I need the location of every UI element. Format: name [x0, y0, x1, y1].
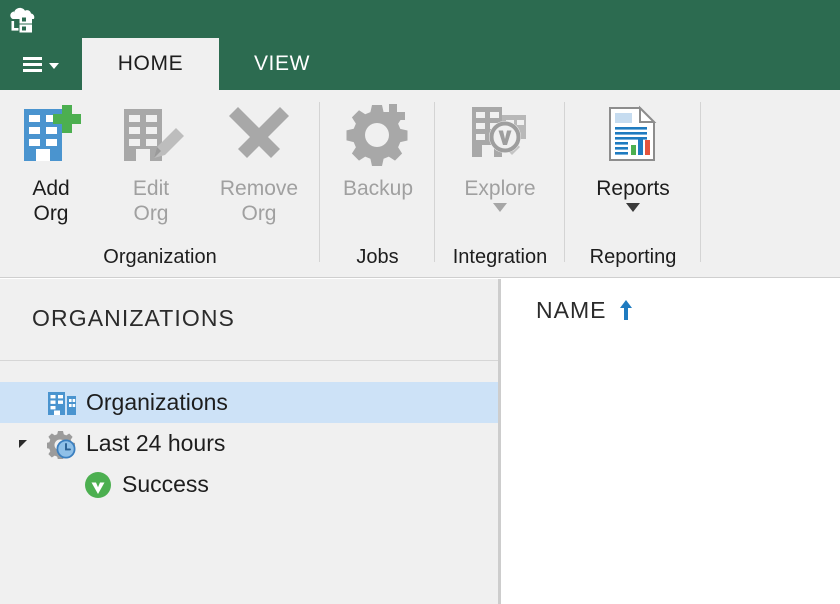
- backup-gear-icon: [342, 98, 414, 170]
- ribbon-group-integration-title: Integration: [452, 246, 548, 268]
- ribbon-group-jobs-title: Jobs: [356, 246, 399, 268]
- explore-veeam-icon: [464, 98, 536, 170]
- sidebar-divider: [0, 360, 498, 361]
- remove-org-label: Remove Org: [219, 177, 299, 225]
- reports-document-icon: [597, 98, 669, 170]
- chevron-down-icon: [493, 203, 507, 212]
- backup-button[interactable]: Backup: [334, 98, 422, 201]
- ribbon-group-organization: Add Org Edit Org Remove Org Organization: [0, 90, 320, 277]
- sidebar-title: ORGANIZATIONS: [32, 305, 235, 331]
- tree-item-last-24-hours[interactable]: Last 24 hours: [0, 423, 498, 464]
- tree-item-label: Last 24 hours: [86, 430, 226, 456]
- remove-org-icon: [223, 98, 295, 170]
- edit-org-icon: [115, 98, 187, 170]
- sidebar-panel: ORGANIZATIONS Organizations Last 24 hour…: [0, 279, 501, 604]
- main-menu-button[interactable]: [0, 38, 82, 90]
- chevron-down-icon: [626, 203, 640, 212]
- backup-label: Backup: [342, 177, 414, 200]
- expander-toggle[interactable]: [16, 437, 30, 451]
- add-org-label: Add Org: [32, 177, 70, 225]
- ribbon-group-organization-title: Organization: [103, 246, 217, 268]
- tree-item-label: Success: [122, 471, 209, 497]
- ribbon-group-reporting-title: Reporting: [589, 246, 677, 268]
- gear-clock-icon: [46, 428, 78, 460]
- ribbon-toolbar: Add Org Edit Org Remove Org Organization…: [0, 90, 840, 278]
- reports-button[interactable]: Reports: [587, 98, 679, 212]
- organizations-tree: Organizations Last 24 hours Success: [0, 382, 498, 505]
- application-window: HOME VIEW Add Org Edit Org Remove Org Or…: [0, 0, 840, 604]
- remove-org-button[interactable]: Remove Org: [204, 98, 314, 226]
- tab-home-label: HOME: [117, 52, 184, 75]
- add-org-icon: [15, 98, 87, 170]
- reports-label: Reports: [596, 177, 670, 200]
- ribbon-group-jobs: Backup Jobs: [320, 90, 435, 277]
- content-panel: NAME: [504, 279, 840, 604]
- explore-label: Explore: [464, 177, 536, 200]
- explore-button[interactable]: Explore: [455, 98, 545, 212]
- tree-item-label: Organizations: [86, 389, 228, 415]
- cloud-server-icon: [6, 2, 42, 36]
- triangle-down-icon: [19, 439, 27, 448]
- grid-header: NAME: [504, 279, 840, 341]
- edit-org-button[interactable]: Edit Org: [108, 98, 194, 226]
- title-bar: [0, 0, 840, 38]
- hamburger-icon: [23, 56, 42, 72]
- chevron-down-icon: [49, 62, 59, 69]
- group-separator: [700, 102, 701, 262]
- column-header-name[interactable]: NAME: [536, 297, 606, 324]
- ribbon-group-reporting: Reports Reporting: [565, 90, 701, 277]
- edit-org-label: Edit Org: [132, 177, 170, 225]
- success-check-icon: [82, 469, 114, 501]
- tab-view-label: VIEW: [253, 52, 311, 75]
- tree-item-organizations[interactable]: Organizations: [0, 382, 498, 423]
- tree-item-success[interactable]: Success: [0, 464, 498, 505]
- organizations-building-icon: [46, 387, 78, 419]
- add-org-button[interactable]: Add Org: [8, 98, 94, 226]
- ribbon-group-integration: Explore Integration: [435, 90, 565, 277]
- tab-home[interactable]: HOME: [82, 38, 219, 90]
- arrow-up-icon[interactable]: [618, 299, 634, 321]
- tab-strip: HOME VIEW: [0, 38, 840, 90]
- tab-view[interactable]: VIEW: [219, 38, 345, 90]
